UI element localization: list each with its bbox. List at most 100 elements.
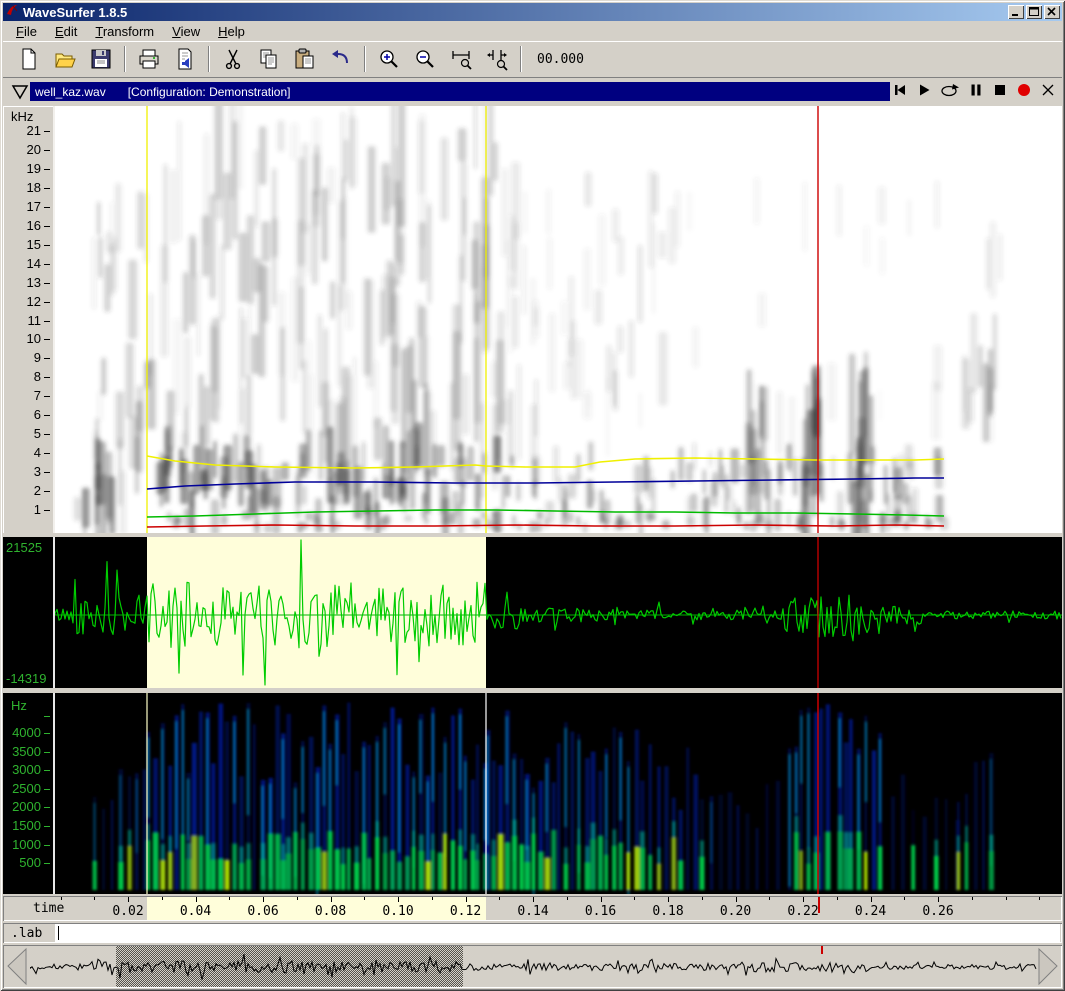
time-tick-mark [566,897,568,900]
khz-tick-mark [44,282,50,284]
hz-tick-label: 2500 [12,780,41,796]
spectrogram-canvas[interactable] [55,106,1062,533]
hz-tick-label: 500 [19,855,41,871]
khz-tick-label: 5 [33,426,41,442]
menu-help[interactable]: Help [209,22,254,41]
pane-configuration: [Configuration: Demonstration] [127,84,291,99]
khz-tick-mark [44,149,50,151]
overview-scrollbar [3,945,1062,988]
zoom-selection-button[interactable] [446,45,476,73]
spectrogram2-image [92,693,994,894]
waveform-canvas[interactable] [55,537,1062,688]
print-button[interactable] [134,45,164,73]
time-tick-mark [364,897,366,900]
khz-tick-label: 19 [26,160,41,176]
zoom-all-icon [487,50,508,71]
time-tick-mark [600,897,602,902]
time-axis[interactable]: time 0.02 0.04 0.06 0.08 0.10 0.12 0.14 0.16 0.1… [3,896,1062,921]
collapse-pane-button[interactable] [11,84,29,105]
time-tick-mark [161,897,163,900]
time-tick-mark [263,897,264,902]
file-properties-icon [178,48,192,70]
hz-tick-mark [44,844,50,846]
maximize-button[interactable] [1026,5,1042,19]
play-icon [920,84,930,96]
time-tick-label: 0.16 [584,904,617,919]
paste-button[interactable] [290,45,320,73]
skip-to-start-button[interactable] [892,82,908,103]
time-axis-cursor-mark [818,897,820,913]
stop-button[interactable] [992,82,1008,103]
open-button[interactable] [50,45,80,73]
time-tick-mark [195,897,197,902]
time-tick-label: 0.06 [247,904,279,919]
save-button[interactable] [86,45,116,73]
title-bar[interactable]: WaveSurfer 1.8.5 [3,3,1062,21]
hz-tick-mark [44,751,50,753]
zoom-all-button[interactable] [482,45,512,73]
pane-title-bar[interactable]: well_kaz.wav [Configuration: Demonstrati… [30,82,890,101]
scroll-right-button[interactable] [1035,946,1061,987]
time-axis-scale[interactable]: 0.02 0.04 0.06 0.08 0.10 0.12 0.14 0.16 0.18 0.20… [55,897,1060,920]
play-button[interactable] [916,82,932,103]
label-track-name: .lab [11,926,43,941]
undo-button[interactable] [326,45,356,73]
text-caret [58,926,59,940]
khz-tick-mark [44,415,50,417]
play-loop-button[interactable] [940,82,960,103]
open-folder-icon [55,53,76,68]
copy-icon [260,49,277,69]
new-button[interactable] [14,45,44,73]
khz-tick-label: 9 [33,350,41,366]
close-button[interactable] [1044,5,1060,19]
spectrogram2-canvas[interactable] [55,693,1062,894]
label-track-field[interactable] [55,924,1060,942]
toolbar-separator [520,46,522,72]
time-tick-mark [330,897,332,902]
record-icon [1018,84,1030,96]
time-tick-label: 0.02 [112,904,144,919]
undo-icon [332,50,348,64]
time-tick-mark [229,897,231,900]
hz-tick-label: 3000 [12,762,41,778]
pane-filename: well_kaz.wav [35,84,106,99]
cut-button[interactable] [218,45,248,73]
menu-transform[interactable]: Transform [86,22,163,41]
pause-button[interactable] [968,82,984,103]
zoom-out-icon [416,50,434,68]
time-tick-mark [431,897,433,900]
khz-tick-label: 2 [33,483,41,499]
scroll-left-button[interactable] [4,946,30,987]
zoom-out-button[interactable] [410,45,440,73]
record-button[interactable] [1016,82,1032,103]
properties-button[interactable] [170,45,200,73]
time-tick-mark [1005,897,1007,900]
zoom-in-button[interactable] [374,45,404,73]
hz-tick-mark [44,807,50,809]
save-icon [91,49,111,69]
pause-icon [971,84,981,96]
collapse-triangle-icon [11,85,29,100]
play-loop-icon [941,84,959,97]
close-pane-button[interactable] [1040,82,1056,103]
spectrogram2-frequency-axis: Hz 4000 3500 3000 2500 2000 1500 1000 500 [3,693,55,894]
overview-track[interactable] [30,946,1037,987]
khz-tick-label: 17 [26,198,41,214]
maximize-icon [1029,7,1039,16]
time-tick-mark [499,897,501,900]
time-tick-mark [938,897,939,902]
overview-waveform [30,953,1037,980]
minimize-button[interactable] [1008,5,1024,19]
khz-tick-label: 15 [26,236,41,252]
khz-tick-label: 11 [27,312,42,328]
stop-icon [995,85,1005,95]
pane-header: well_kaz.wav [Configuration: Demonstrati… [3,80,1062,105]
menu-edit[interactable]: Edit [46,22,86,41]
time-tick-mark [398,897,399,902]
menu-file[interactable]: File [7,22,46,41]
khz-tick-mark [44,510,50,511]
copy-button[interactable] [254,45,284,73]
khz-tick-mark [44,434,50,436]
menu-view[interactable]: View [163,22,209,41]
khz-tick-mark [44,168,50,170]
